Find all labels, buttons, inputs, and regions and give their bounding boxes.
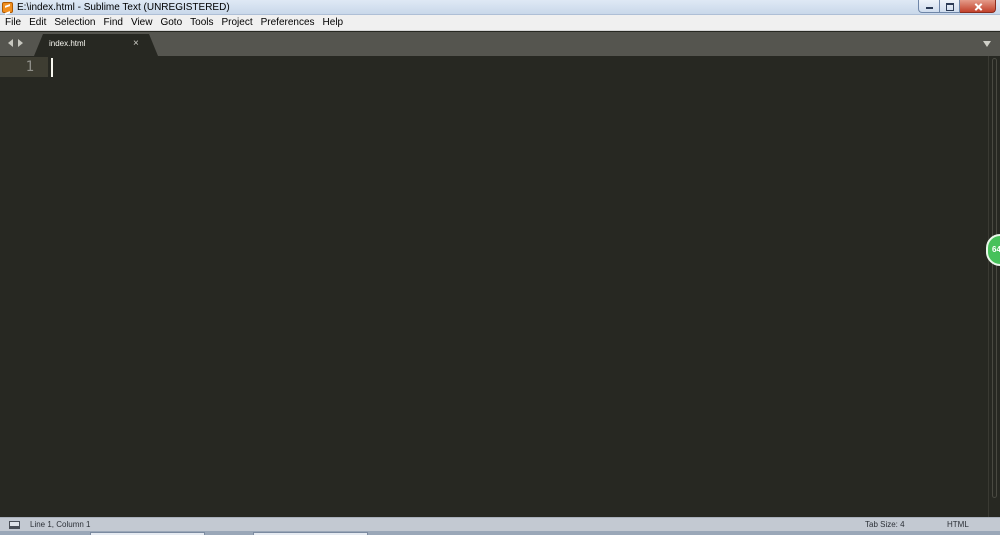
- taskbar-strip: [0, 531, 1000, 535]
- menu-edit[interactable]: Edit: [29, 15, 46, 31]
- tab-next-icon[interactable]: [18, 39, 23, 47]
- chevron-down-icon[interactable]: [983, 41, 991, 47]
- tab-bar: index.html ×: [0, 32, 1000, 56]
- menu-file[interactable]: File: [5, 15, 21, 31]
- syntax-indicator[interactable]: HTML: [947, 519, 969, 531]
- scroll-thumb[interactable]: [992, 58, 997, 498]
- tab-prev-icon[interactable]: [8, 39, 13, 47]
- cursor-position[interactable]: Line 1, Column 1: [30, 519, 90, 531]
- status-bar: Line 1, Column 1 Tab Size: 4 HTML: [0, 517, 1000, 531]
- menu-tools[interactable]: Tools: [190, 15, 213, 31]
- text-cursor: [51, 58, 53, 77]
- tab-label: index.html: [49, 39, 86, 48]
- close-window-button[interactable]: [960, 0, 996, 13]
- tab-size-indicator[interactable]: Tab Size: 4: [865, 519, 905, 531]
- window-title-bar[interactable]: E:\index.html - Sublime Text (UNREGISTER…: [0, 0, 1000, 15]
- menu-help[interactable]: Help: [323, 15, 344, 31]
- tab-navigation: [8, 39, 23, 47]
- menu-goto[interactable]: Goto: [160, 15, 182, 31]
- sublime-text-icon[interactable]: [2, 2, 13, 13]
- menu-selection[interactable]: Selection: [54, 15, 95, 31]
- minimize-button[interactable]: [918, 0, 940, 13]
- window-title: E:\index.html - Sublime Text (UNREGISTER…: [17, 2, 230, 13]
- menu-bar: File Edit Selection Find View Goto Tools…: [0, 15, 1000, 31]
- line-gutter: 1: [0, 56, 48, 517]
- panel-toggle-icon[interactable]: [9, 521, 20, 529]
- vertical-scrollbar[interactable]: [988, 56, 1000, 517]
- menu-find[interactable]: Find: [104, 15, 123, 31]
- code-area[interactable]: [48, 56, 988, 517]
- menu-view[interactable]: View: [131, 15, 153, 31]
- window-controls: [918, 0, 996, 13]
- line-number: 1: [25, 59, 34, 75]
- tab-close-icon[interactable]: ×: [133, 38, 139, 50]
- tab-index-html[interactable]: index.html ×: [34, 34, 158, 56]
- editor[interactable]: 1: [0, 56, 1000, 517]
- menu-preferences[interactable]: Preferences: [261, 15, 315, 31]
- menu-project[interactable]: Project: [222, 15, 253, 31]
- maximize-button[interactable]: [940, 0, 960, 13]
